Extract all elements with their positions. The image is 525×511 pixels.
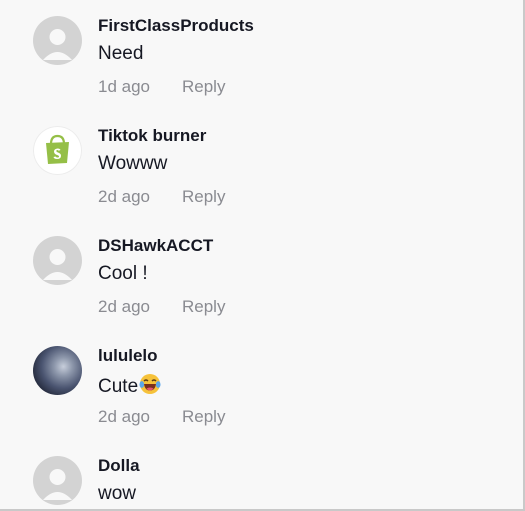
avatar[interactable] xyxy=(33,346,82,395)
comment-username[interactable]: FirstClassProducts xyxy=(98,16,254,36)
avatar[interactable] xyxy=(33,456,82,505)
comment-text: wow xyxy=(98,483,137,504)
comment-username[interactable]: DSHawkACCT xyxy=(98,236,213,256)
avatar[interactable] xyxy=(33,126,82,175)
reply-button[interactable]: Reply xyxy=(182,407,225,427)
comment-item: lululelo Cute 2d ago Reply xyxy=(0,330,520,440)
comment-username[interactable]: lululelo xyxy=(98,346,158,366)
reply-button[interactable]: Reply xyxy=(182,77,225,97)
reply-button[interactable]: Reply xyxy=(182,297,225,317)
shopify-bag-icon xyxy=(46,134,69,164)
user-silhouette-icon xyxy=(43,29,72,60)
user-silhouette-icon xyxy=(43,469,72,500)
comment-timestamp: 2d ago xyxy=(98,407,150,426)
comment-username[interactable]: Dolla xyxy=(98,456,140,476)
comment-item: Dolla wow xyxy=(0,440,520,509)
laughing-crying-emoji-icon xyxy=(139,373,161,401)
comment-text-content: Cute xyxy=(98,376,139,397)
comment-item: Tiktok burner Wowww 2d ago Reply xyxy=(0,110,520,220)
comment-text: Cute xyxy=(98,373,161,401)
comment-timestamp: 1d ago xyxy=(98,77,150,96)
comment-username[interactable]: Tiktok burner xyxy=(98,126,206,146)
reply-button[interactable]: Reply xyxy=(182,187,225,207)
avatar[interactable] xyxy=(33,16,82,65)
comment-text: Need xyxy=(98,43,144,64)
comment-text: Wowww xyxy=(98,153,168,174)
comment-timestamp: 2d ago xyxy=(98,297,150,316)
comment-item: DSHawkACCT Cool ! 2d ago Reply xyxy=(0,220,520,330)
comment-item: FirstClassProducts Need 1d ago Reply xyxy=(0,0,520,110)
comment-timestamp: 2d ago xyxy=(98,187,150,206)
comment-text: Cool ! xyxy=(98,263,148,284)
user-silhouette-icon xyxy=(43,249,72,280)
avatar[interactable] xyxy=(33,236,82,285)
